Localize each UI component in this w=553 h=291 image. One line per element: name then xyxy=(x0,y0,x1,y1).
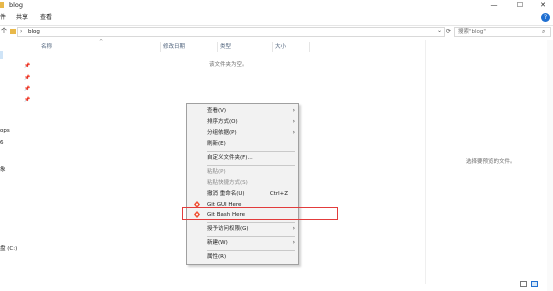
preview-pane-divider[interactable] xyxy=(425,40,426,284)
column-divider[interactable] xyxy=(309,42,310,52)
column-header-type[interactable]: 类型 xyxy=(220,44,231,51)
breadcrumb-chevron-icon: › xyxy=(20,28,23,35)
highlight-box xyxy=(182,207,338,220)
nav-item[interactable]: 6 xyxy=(0,140,4,147)
search-icon: ⌕ xyxy=(542,28,546,35)
close-button[interactable]: ✕ xyxy=(533,0,553,11)
menu-item-group-by[interactable]: 分组依据(P) › xyxy=(187,128,298,138)
submenu-arrow-icon: › xyxy=(292,239,295,246)
folder-icon xyxy=(10,29,16,34)
column-divider[interactable] xyxy=(160,42,161,52)
nav-item-drive-c[interactable]: 盘 (C:) xyxy=(0,246,17,253)
address-bar[interactable] xyxy=(17,27,445,37)
column-header-modified[interactable]: 修改日期 xyxy=(163,44,185,51)
menu-separator xyxy=(207,222,295,223)
menu-item-give-access[interactable]: 授予访问权限(G) › xyxy=(187,224,298,234)
menu-separator xyxy=(207,236,295,237)
column-header-size[interactable]: 大小 xyxy=(275,44,286,51)
column-divider[interactable] xyxy=(217,42,218,52)
tab-share[interactable]: 共享 xyxy=(16,14,28,22)
refresh-icon[interactable]: ⟳ xyxy=(446,27,451,36)
maximize-button[interactable]: ☐ xyxy=(510,0,530,11)
menu-item-sort-by[interactable]: 排序方式(O) › xyxy=(187,117,298,127)
window-title: blog xyxy=(9,1,24,9)
pin-icon[interactable]: 📌 xyxy=(24,86,30,92)
context-menu: 查看(V) › 排序方式(O) › 分组依据(P) › 刷新(E) 自定义文件夹… xyxy=(186,103,299,265)
menu-item-paste[interactable]: 粘贴(P) xyxy=(187,167,298,177)
menu-item-undo-rename[interactable]: 撤消 重命名(U) Ctrl+Z xyxy=(187,189,298,199)
submenu-arrow-icon: › xyxy=(292,107,295,114)
submenu-arrow-icon: › xyxy=(292,118,295,125)
tab-view[interactable]: 查看 xyxy=(40,14,52,22)
preview-message: 选择要预览的文件。 xyxy=(466,159,516,165)
menu-item-customize-folder[interactable]: 自定义文件夹(F)... xyxy=(187,153,298,163)
nav-selected-item[interactable] xyxy=(0,51,3,59)
menu-item-view[interactable]: 查看(V) › xyxy=(187,106,298,116)
menu-separator xyxy=(207,165,295,166)
shortcut-label: Ctrl+Z xyxy=(269,191,288,197)
tab-file[interactable]: 件 xyxy=(0,14,6,22)
folder-icon xyxy=(0,2,4,8)
breadcrumb[interactable]: blog xyxy=(28,28,40,36)
up-button[interactable]: 个 xyxy=(1,28,7,36)
pin-icon[interactable]: 📌 xyxy=(24,97,30,103)
chevron-down-icon[interactable]: ⌄ xyxy=(437,27,442,35)
nav-item[interactable]: 象 xyxy=(0,167,6,174)
minimize-button[interactable]: — xyxy=(484,0,504,11)
submenu-arrow-icon: › xyxy=(292,225,295,232)
nav-item[interactable]: ops xyxy=(0,128,10,135)
pin-icon[interactable]: 📌 xyxy=(24,63,30,69)
details-view-icon[interactable] xyxy=(520,281,527,287)
column-divider[interactable] xyxy=(272,42,273,52)
submenu-arrow-icon: › xyxy=(292,129,295,136)
ribbon-bar xyxy=(0,11,553,26)
pin-icon[interactable]: 📌 xyxy=(24,75,30,81)
title-bar xyxy=(0,0,553,11)
large-icons-view-icon[interactable] xyxy=(531,281,538,287)
menu-item-paste-shortcut[interactable]: 粘贴快捷方式(S) xyxy=(187,178,298,188)
menu-separator xyxy=(207,151,295,152)
menu-item-properties[interactable]: 属性(R) xyxy=(187,252,298,262)
sort-arrow-icon: ^ xyxy=(99,39,104,45)
empty-folder-message: 该文件夹为空。 xyxy=(209,62,248,68)
menu-separator xyxy=(207,250,295,251)
column-header-name[interactable]: 名称 xyxy=(41,44,52,51)
menu-item-refresh[interactable]: 刷新(E) xyxy=(187,139,298,149)
scrollbar[interactable] xyxy=(547,40,553,291)
search-placeholder: 搜索"blog" xyxy=(458,29,486,35)
help-icon[interactable]: ? xyxy=(541,13,550,22)
menu-item-new[interactable]: 新建(W) › xyxy=(187,238,298,248)
